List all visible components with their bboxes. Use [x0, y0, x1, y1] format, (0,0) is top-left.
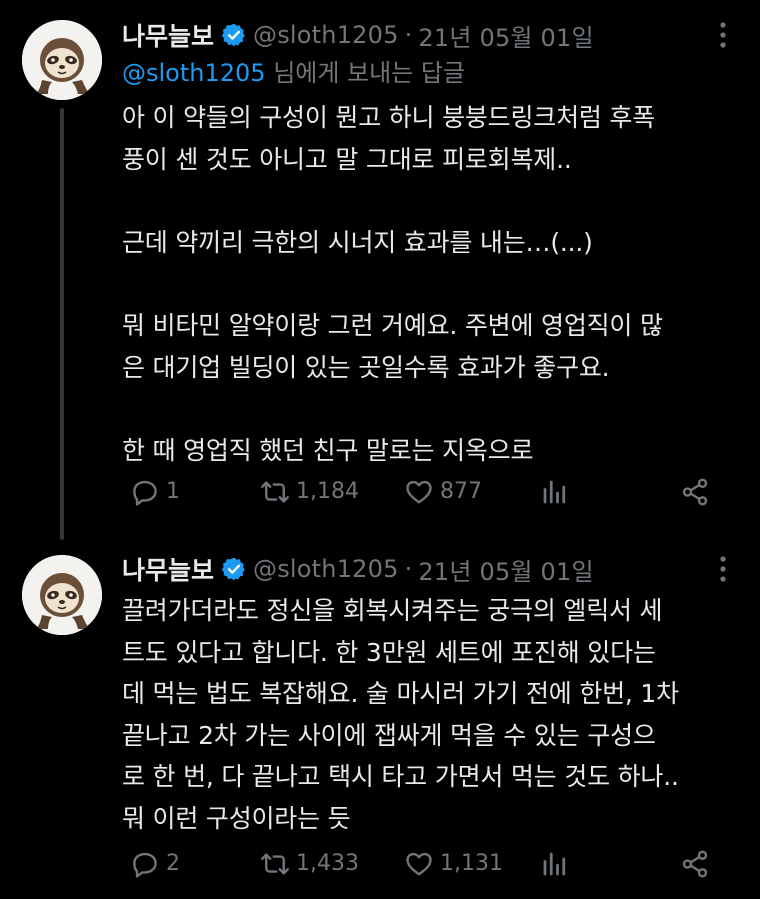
- sloth-avatar-image: [22, 20, 102, 100]
- more-options-icon[interactable]: [720, 556, 726, 582]
- meta-separator: ·: [404, 21, 413, 49]
- sloth-avatar-image: [22, 555, 102, 635]
- avatar[interactable]: [22, 20, 102, 100]
- share-icon: [682, 850, 708, 878]
- like-count: 1,131: [440, 851, 503, 876]
- reply-icon: [133, 480, 157, 506]
- retweet-icon: [261, 481, 289, 503]
- views-icon: [543, 480, 566, 504]
- reply-button[interactable]: 1: [130, 474, 180, 510]
- avatar[interactable]: [22, 555, 102, 635]
- reply-count: 2: [166, 851, 180, 876]
- retweet-count: 1,433: [296, 851, 359, 876]
- tweet-actions: 1 1,184 877: [122, 474, 722, 510]
- tweet-text: 아 이 약들의 구성이 뭔고 하니 붕붕드링크처럼 후폭 풍이 센 것도 아니고…: [122, 103, 663, 465]
- author-name[interactable]: 나무늘보: [122, 17, 214, 53]
- verified-badge-icon: [221, 557, 245, 581]
- share-icon: [682, 478, 708, 506]
- tweet-date[interactable]: 21년 05월 01일: [418, 552, 593, 587]
- like-button[interactable]: 877: [404, 474, 482, 510]
- retweet-button[interactable]: 1,184: [260, 474, 359, 510]
- tweet-date[interactable]: 21년 05월 01일: [418, 18, 593, 53]
- reply-to-line: @sloth1205 님에게 보내는 답글: [122, 56, 465, 90]
- share-button[interactable]: [680, 846, 716, 882]
- more-options-icon[interactable]: [720, 22, 726, 48]
- views-button[interactable]: [540, 474, 576, 510]
- like-button[interactable]: 1,131: [404, 846, 503, 882]
- reply-button[interactable]: 2: [130, 846, 180, 882]
- retweet-count: 1,184: [296, 479, 359, 504]
- like-count: 877: [440, 479, 482, 504]
- retweet-button[interactable]: 1,433: [260, 846, 359, 882]
- tweet-header: 나무늘보 @sloth1205 · 21년 05월 01일: [122, 18, 730, 52]
- tweet-header: 나무늘보 @sloth1205 · 21년 05월 01일: [122, 552, 730, 586]
- tweet-text: 끌려가더라도 정신을 회복시켜주는 궁극의 엘릭서 세 트도 있다고 합니다. …: [122, 596, 679, 833]
- reply-count: 1: [166, 479, 180, 504]
- like-icon: [406, 852, 432, 876]
- reply-mention-link[interactable]: @sloth1205: [122, 59, 266, 87]
- views-button[interactable]: [540, 846, 576, 882]
- meta-separator: ·: [404, 555, 413, 583]
- views-icon: [543, 852, 566, 876]
- author-handle[interactable]: @sloth1205: [253, 555, 399, 583]
- reply-icon: [133, 852, 157, 878]
- retweet-icon: [261, 853, 289, 875]
- reply-to-suffix: 님에게 보내는 답글: [265, 59, 466, 87]
- thread-connector-line: [60, 108, 64, 540]
- author-handle[interactable]: @sloth1205: [253, 21, 399, 49]
- author-name[interactable]: 나무늘보: [122, 551, 214, 587]
- tweet-actions: 2 1,433 1,131: [122, 846, 722, 882]
- like-icon: [406, 480, 432, 504]
- verified-badge-icon: [221, 23, 245, 47]
- share-button[interactable]: [680, 474, 716, 510]
